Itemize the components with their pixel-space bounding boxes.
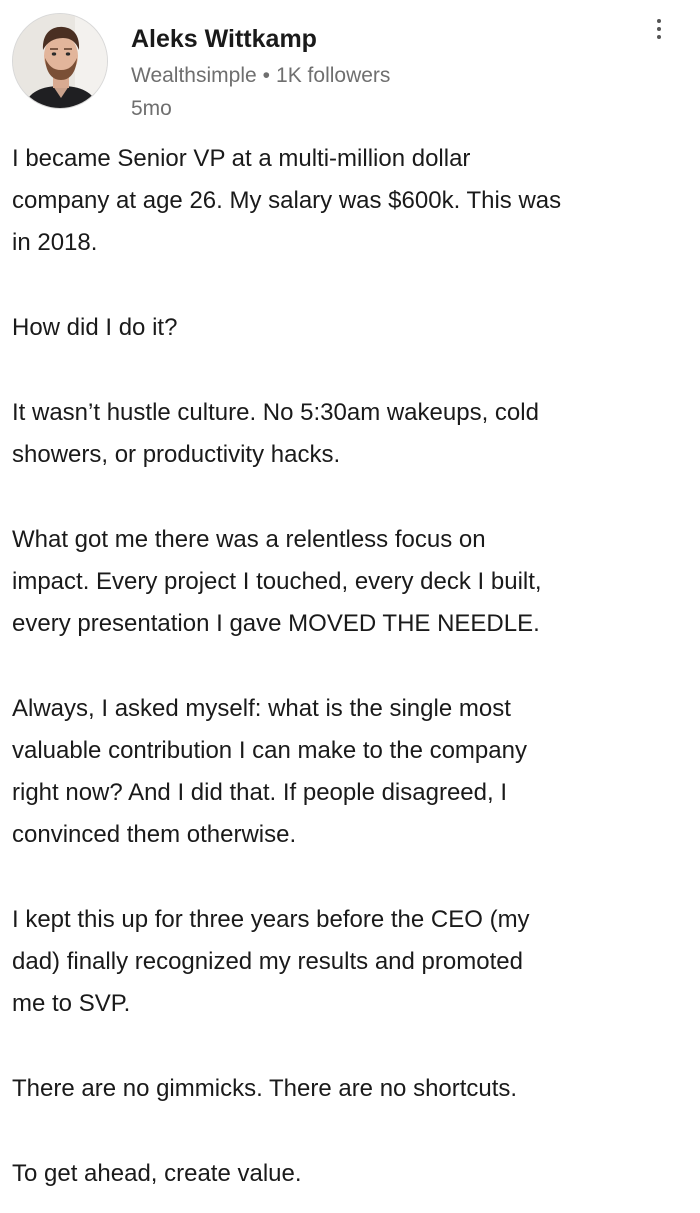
post-paragraph: It wasn’t hustle culture. No 5:30am wake… [12, 399, 539, 468]
follower-count: 1K followers [276, 64, 391, 87]
post-paragraph: I kept this up for three years before th… [12, 906, 530, 1017]
post-timestamp: 5mo [131, 97, 172, 120]
author-company[interactable]: Wealthsimple [131, 64, 257, 87]
post-card: Aleks Wittkamp Wealthsimple • 1K followers… [0, 0, 700, 1213]
post-paragraph: There are no gimmicks. There are no shor… [12, 1075, 518, 1102]
post-paragraph: How did I do it? [12, 314, 178, 341]
post-paragraph: Always, I asked myself: what is the sing… [12, 695, 527, 848]
person-avatar-icon [13, 14, 107, 108]
meta-separator: • [262, 64, 271, 87]
post-paragraph: I became Senior VP at a multi-million do… [12, 145, 562, 256]
post-paragraph: What got me there was a relentless focus… [12, 526, 542, 637]
post-header: Aleks Wittkamp Wealthsimple • 1K followers… [0, 0, 700, 130]
author-meta: Wealthsimple • 1K followers [131, 64, 390, 88]
author-name[interactable]: Aleks Wittkamp [131, 25, 317, 54]
post-paragraph: To get ahead, create value. [12, 1160, 302, 1187]
author-avatar[interactable] [12, 13, 108, 109]
more-options-icon[interactable] [648, 16, 670, 46]
post-body: I became Senior VP at a multi-million do… [12, 138, 692, 1195]
